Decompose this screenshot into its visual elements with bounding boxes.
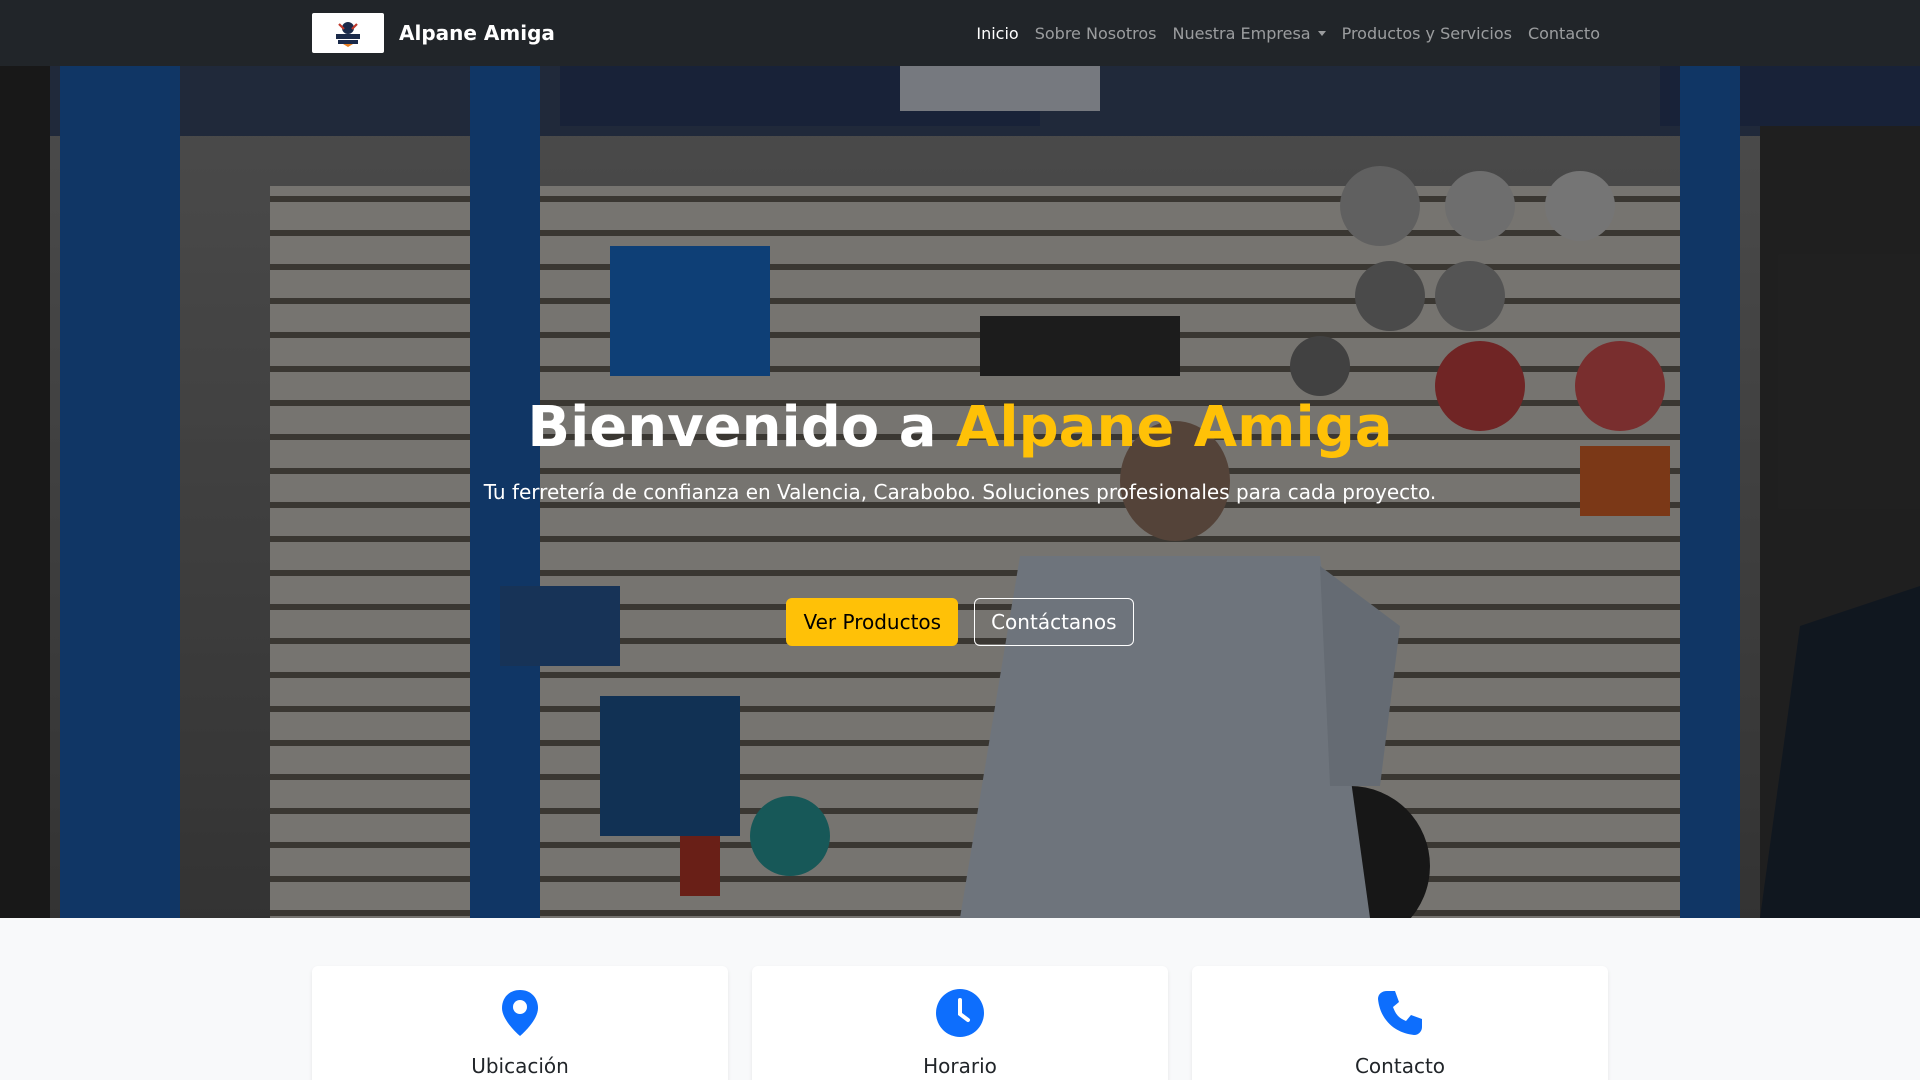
brand[interactable]: Alpane Amiga — [312, 13, 555, 53]
phone-icon — [1192, 988, 1608, 1038]
card-title: Ubicación — [471, 1054, 569, 1078]
nav-item-nuestra-empresa[interactable]: Nuestra Empresa — [1164, 24, 1333, 43]
hero-title-prefix: Bienvenido a — [527, 395, 957, 460]
contactanos-button[interactable]: Contáctanos — [974, 598, 1134, 646]
card-horario: Horario — [752, 966, 1168, 1080]
card-ubicacion: Ubicación — [312, 966, 728, 1080]
map-pin-icon — [312, 988, 728, 1038]
nav-item-productos[interactable]: Productos y Servicios — [1334, 24, 1520, 43]
ver-productos-button[interactable]: Ver Productos — [786, 598, 959, 646]
nav-item-label: Nuestra Empresa — [1172, 23, 1311, 43]
hero-title: Bienvenido a Alpane Amiga — [0, 394, 1920, 461]
nav-item-inicio[interactable]: Inicio — [968, 24, 1026, 43]
hero-content: Bienvenido a Alpane Amiga Tu ferretería … — [0, 66, 1920, 918]
card-title: Horario — [923, 1054, 997, 1078]
logo-image — [336, 22, 360, 47]
main-nav: Inicio Sobre Nosotros Nuestra Empresa Pr… — [968, 0, 1608, 66]
brand-name: Alpane Amiga — [399, 21, 555, 45]
navbar: Alpane Amiga Inicio Sobre Nosotros Nuest… — [0, 0, 1920, 66]
info-cards: Ubicación Horario Contacto — [312, 966, 1608, 1080]
clock-icon — [752, 988, 1168, 1038]
card-title: Contacto — [1354, 1054, 1446, 1078]
brand-logo — [312, 13, 384, 53]
hero-title-accent: Alpane Amiga — [956, 395, 1393, 460]
nav-item-contacto[interactable]: Contacto — [1520, 24, 1608, 43]
chevron-down-icon — [1317, 30, 1326, 36]
hero-subtitle: Tu ferretería de confianza en Valencia, … — [483, 480, 1437, 504]
hero-buttons: Ver Productos Contáctanos — [0, 598, 1920, 646]
card-contacto: Contacto — [1192, 966, 1608, 1080]
nav-item-sobre-nosotros[interactable]: Sobre Nosotros — [1027, 24, 1165, 43]
hero-section: Bienvenido a Alpane Amiga Tu ferretería … — [0, 66, 1920, 918]
